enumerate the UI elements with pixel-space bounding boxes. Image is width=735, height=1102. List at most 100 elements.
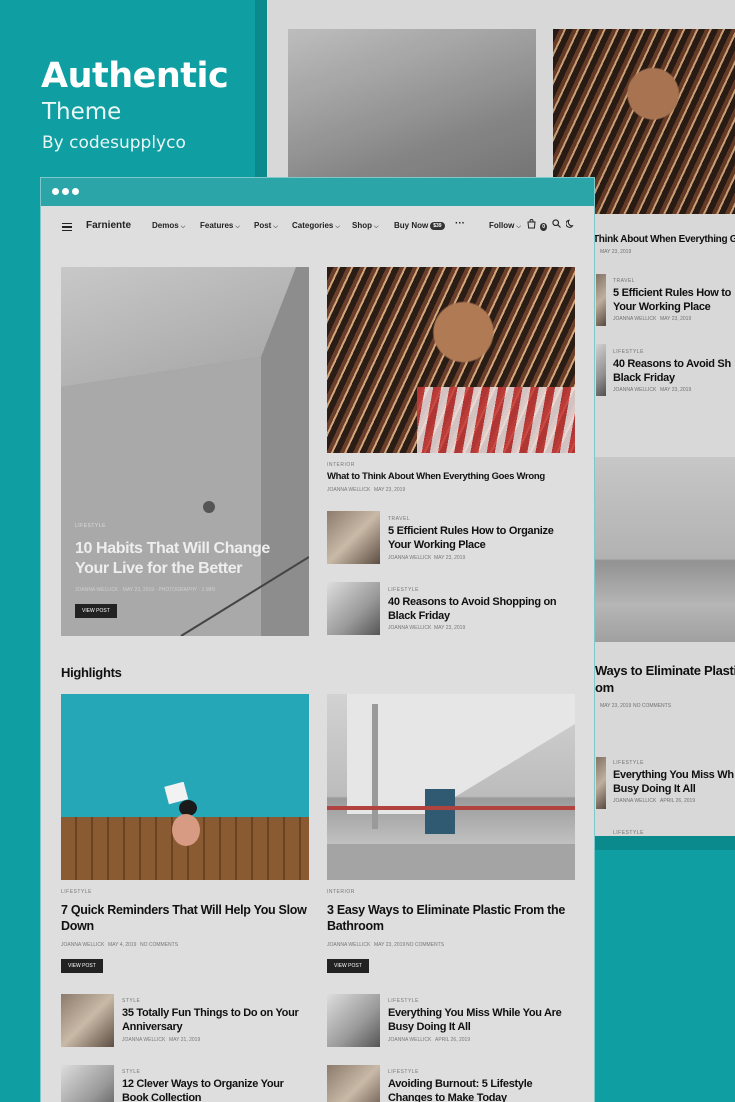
menu-icon[interactable]	[62, 223, 72, 233]
buy-now-link[interactable]: Buy Now $39	[394, 221, 445, 230]
back-post3-category: LIFESTYLE	[613, 760, 644, 766]
back-post3-author: JOANNA WELLICK	[613, 798, 657, 804]
dark-mode-toggle[interactable]	[565, 219, 575, 230]
nav-item-categories[interactable]: Categories ⌵	[292, 221, 340, 231]
site-logo[interactable]: Farniente	[86, 220, 131, 231]
highlight-right-title-line-1[interactable]: 3 Easy Ways to Eliminate Plastic From th…	[327, 903, 565, 917]
nav-label: Categories	[292, 221, 334, 230]
cart-count: 0	[540, 223, 548, 231]
list-post-author[interactable]: JOANNA WELLICK	[388, 1037, 431, 1043]
side-post-title-line-1[interactable]: 40 Reasons to Avoid Shopping on	[388, 596, 557, 609]
highlight-image-right[interactable]	[327, 694, 575, 880]
highlight-left-view-post-button[interactable]: VIEW POST	[61, 959, 103, 973]
side-post-title-line-2[interactable]: Black Friday	[388, 610, 450, 623]
highlight-right-comments[interactable]: NO COMMENTS	[406, 942, 444, 948]
hero-title-line-1[interactable]: 10 Habits That Will Change	[75, 540, 270, 558]
side-post-date: MAY 23, 2019	[434, 555, 466, 561]
follow-button[interactable]: Follow ⌵	[489, 221, 521, 231]
nav-item-post[interactable]: Post ⌵	[254, 221, 278, 231]
featured-author[interactable]: JOANNA WELLICK	[327, 487, 370, 493]
side-post-author[interactable]: JOANNA WELLICK	[388, 625, 431, 631]
highlight-right-author[interactable]: JOANNA WELLICK	[327, 942, 370, 948]
more-icon[interactable]: ···	[455, 218, 465, 229]
back-featured-title[interactable]: Think About When Everything Goes	[593, 234, 735, 246]
list-post-thumb[interactable]	[61, 1065, 114, 1102]
list-post-title-line-2[interactable]: Anniversary	[122, 1021, 183, 1034]
highlights-heading: Highlights	[61, 665, 122, 680]
window-dot-3[interactable]	[72, 188, 79, 195]
list-post-date: APRIL 26, 2019	[435, 1037, 471, 1043]
nav-label: Features	[200, 221, 234, 230]
back-highlight-title-1[interactable]: Ways to Eliminate Plastic	[595, 663, 735, 679]
list-post-title-line-1[interactable]: 12 Clever Ways to Organize Your	[122, 1078, 284, 1091]
list-post-thumb[interactable]	[327, 1065, 380, 1102]
highlight-left-category[interactable]: LIFESTYLE	[61, 889, 92, 895]
side-post-category[interactable]: TRAVEL	[388, 516, 410, 522]
back-post3-title-2[interactable]: Busy Doing It All	[613, 783, 696, 796]
back-highlight-title-2[interactable]: om	[595, 680, 614, 696]
side-post-category[interactable]: LIFESTYLE	[388, 587, 419, 593]
nav-label: Shop	[352, 221, 372, 230]
back-post1-title-2[interactable]: Your Working Place	[613, 301, 711, 314]
promo-byline: By codesupplyco	[42, 133, 186, 153]
list-post-title-line-2[interactable]: Busy Doing It All	[388, 1021, 471, 1034]
list-post-category[interactable]: LIFESTYLE	[388, 998, 419, 1004]
search-icon	[552, 219, 561, 228]
back-featured-date: MAY 23, 2019	[600, 249, 632, 255]
back-post2-title-1[interactable]: 40 Reasons to Avoid Sh	[613, 358, 731, 371]
list-post-category[interactable]: LIFESTYLE	[388, 1069, 419, 1075]
featured-image[interactable]	[327, 267, 575, 453]
browser-window: Farniente Demos ⌵ Features ⌵ Post ⌵ Categor…	[40, 177, 595, 1102]
chevron-down-icon: ⌵	[374, 224, 379, 230]
cart-button[interactable]: 0	[527, 219, 548, 231]
side-post-thumb[interactable]	[327, 511, 380, 564]
highlight-left-comments[interactable]: NO COMMENTS	[140, 942, 178, 948]
back-post1-title-1[interactable]: 5 Efficient Rules How to	[613, 287, 731, 300]
side-post-title-line-2[interactable]: Your Working Place	[388, 539, 486, 552]
site-header: Farniente Demos ⌵ Features ⌵ Post ⌵ Categor…	[41, 206, 594, 246]
hero-post[interactable]: LIFESTYLE 10 Habits That Will Change You…	[61, 267, 309, 636]
chevron-down-icon: ⌵	[335, 224, 340, 230]
list-post-title-line-1[interactable]: Everything You Miss While You Are	[388, 1007, 562, 1020]
hero-view-post-button[interactable]: VIEW POST	[75, 604, 117, 618]
list-post-author[interactable]: JOANNA WELLICK	[122, 1037, 165, 1043]
list-post-thumb[interactable]	[327, 994, 380, 1047]
window-dot-1[interactable]	[52, 188, 59, 195]
highlight-right-category[interactable]: INTERIOR	[327, 889, 355, 895]
nav-item-demos[interactable]: Demos ⌵	[152, 221, 185, 231]
back-thumb-1	[596, 274, 606, 326]
hero-building-shapes	[61, 267, 309, 636]
back-post1-category: TRAVEL	[613, 278, 636, 284]
list-post-thumb[interactable]	[61, 994, 114, 1047]
list-post-title-line-1[interactable]: 35 Totally Fun Things to Do on Your	[122, 1007, 299, 1020]
highlight-left-author[interactable]: JOANNA WELLICK	[61, 942, 104, 948]
search-button[interactable]	[552, 219, 561, 230]
back-post2-title-2[interactable]: Black Friday	[613, 372, 675, 385]
nav-item-shop[interactable]: Shop ⌵	[352, 221, 379, 231]
featured-title[interactable]: What to Think About When Everything Goes…	[327, 471, 545, 483]
list-post-category[interactable]: STYLE	[122, 1069, 140, 1075]
hero-category[interactable]: LIFESTYLE	[75, 523, 106, 529]
side-post-thumb[interactable]	[327, 582, 380, 635]
highlight-left-title-line-2[interactable]: Down	[61, 919, 94, 933]
highlight-right-view-post-button[interactable]: VIEW POST	[327, 959, 369, 973]
side-post-author[interactable]: JOANNA WELLICK	[388, 555, 431, 561]
list-post-title-line-2[interactable]: Book Collection	[122, 1092, 202, 1102]
highlight-right-date: MAY 23, 2019	[374, 942, 406, 948]
highlight-right-title-line-2[interactable]: Bathroom	[327, 919, 384, 933]
featured-category[interactable]: INTERIOR	[327, 462, 355, 468]
list-post-title-line-2[interactable]: Changes to Make Today	[388, 1092, 507, 1102]
list-post-title-line-1[interactable]: Avoiding Burnout: 5 Lifestyle	[388, 1078, 533, 1091]
back-post1-date: MAY 23, 2019	[660, 316, 692, 322]
hero-title-line-2[interactable]: Your Live for the Better	[75, 560, 242, 578]
side-post-title-line-1[interactable]: 5 Efficient Rules How to Organize	[388, 525, 554, 538]
chevron-down-icon: ⌵	[180, 224, 186, 230]
list-post-category[interactable]: STYLE	[122, 998, 140, 1004]
nav-item-features[interactable]: Features ⌵	[200, 221, 240, 231]
highlight-image-left[interactable]	[61, 694, 309, 880]
window-dot-2[interactable]	[62, 188, 69, 195]
buy-now-label: Buy Now	[394, 221, 429, 230]
chevron-down-icon: ⌵	[273, 224, 278, 230]
back-post3-title-1[interactable]: Everything You Miss Wh	[613, 769, 734, 782]
highlight-left-title-line-1[interactable]: 7 Quick Reminders That Will Help You Slo…	[61, 903, 307, 917]
